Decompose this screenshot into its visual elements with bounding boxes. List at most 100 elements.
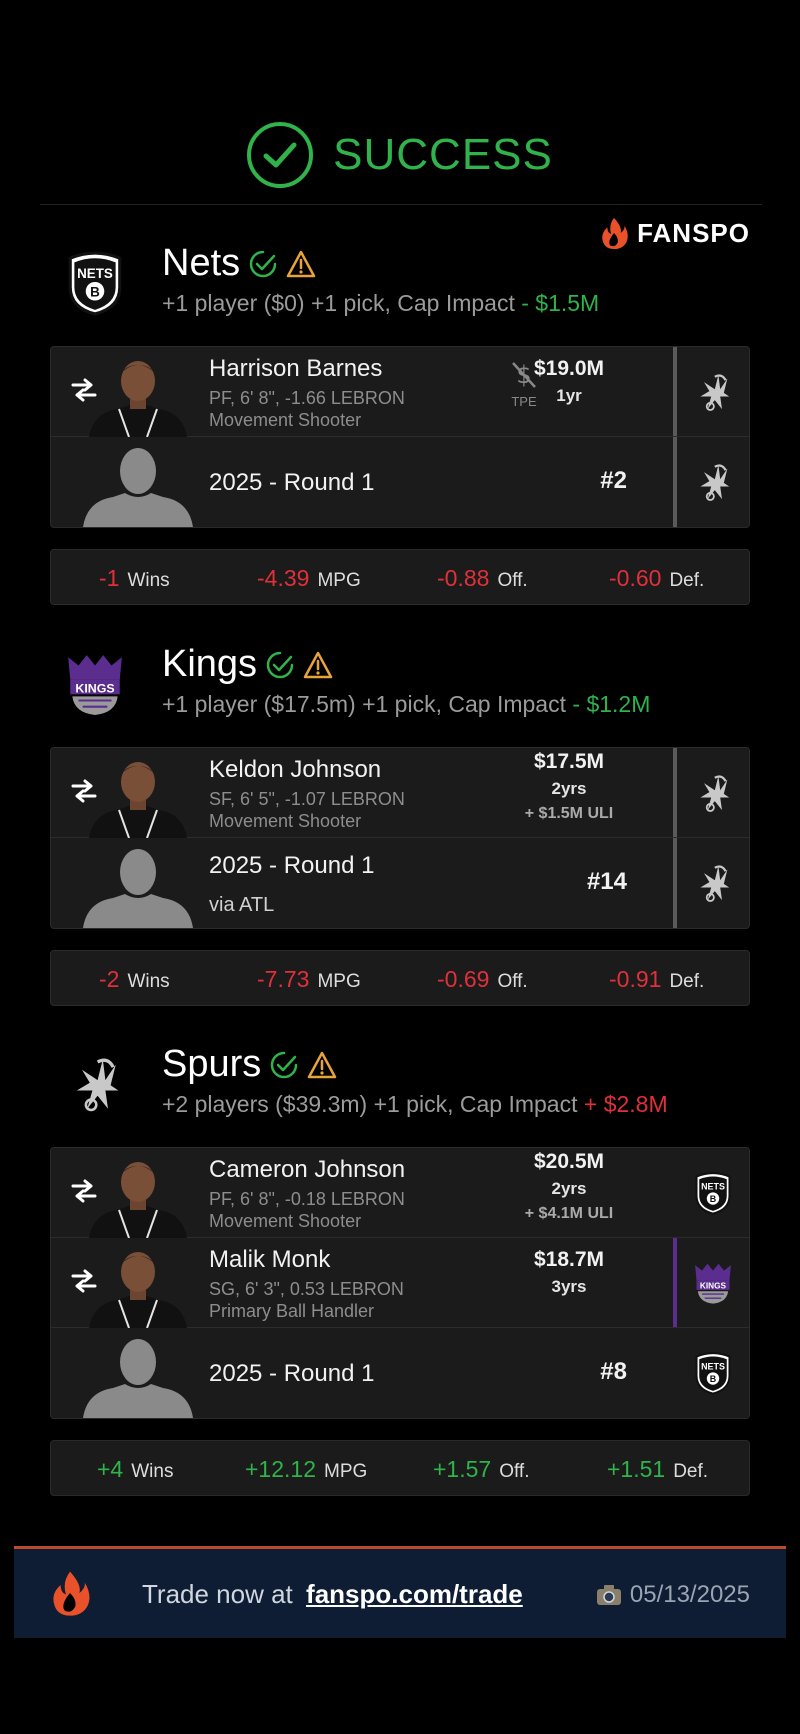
player-role: Movement Shooter (209, 811, 362, 831)
player-name[interactable]: Malik Monk (209, 1246, 330, 1274)
destination-nets (673, 1148, 749, 1237)
off-label: Off. (499, 1461, 530, 1482)
camera-icon (596, 1585, 621, 1605)
destination-spurs (673, 437, 749, 527)
impact-stats-spurs: +4 Wins +12.12 MPG +1.57 Off. +1.51 Def. (50, 1440, 750, 1496)
player-photo (83, 1246, 193, 1328)
cap-sign: - (572, 691, 581, 717)
pick-silhouette (83, 445, 193, 527)
mpg-value: +12.12 (245, 1456, 316, 1482)
def-value: -0.60 (609, 565, 662, 591)
footer-date: 05/13/2025 (596, 1581, 750, 1609)
stat-mpg: +12.12 MPG (245, 1456, 367, 1483)
assets-card-nets: Harrison Barnes PF, 6' 8", -1.66 LEBRON … (50, 346, 750, 528)
summary-text: +1 player ($17.5m) +1 pick, Cap Impact (162, 691, 566, 717)
success-banner: SUCCESS (0, 120, 800, 190)
pick-title: 2025 - Round 1 (209, 1360, 375, 1387)
pick-via: via ATL (209, 894, 275, 916)
asset-row-player[interactable]: Keldon Johnson SF, 6' 5", -1.07 LEBRON M… (51, 748, 749, 838)
spurs-logo (695, 369, 731, 415)
player-bio: SF, 6' 5", -1.07 LEBRON (209, 789, 405, 809)
verified-check-icon (265, 650, 295, 680)
stat-mpg: -7.73 MPG (257, 966, 361, 993)
def-label: Def. (669, 570, 705, 591)
trade-link[interactable]: fanspo.com/trade (306, 1579, 523, 1609)
pick-silhouette (83, 1336, 193, 1418)
nets-logo (692, 1171, 734, 1215)
cap-impact-value: $1.2M (586, 691, 651, 717)
def-label: Def. (673, 1461, 709, 1482)
asset-row-pick[interactable]: 2025 - Round 1 via ATL #14 (51, 838, 749, 928)
pick-number: #14 (586, 868, 627, 895)
cap-sign: + (583, 1091, 598, 1117)
destination-kings (673, 1238, 749, 1327)
player-role: Movement Shooter (209, 1211, 362, 1231)
team-summary: +1 player ($0) +1 pick, Cap Impact - $1.… (162, 290, 599, 317)
off-label: Off. (497, 570, 528, 591)
wins-label: Wins (131, 1461, 174, 1482)
stat-off: +1.57 Off. (433, 1456, 529, 1483)
summary-text: +1 player ($0) +1 pick, Cap Impact (162, 290, 515, 316)
team-header-spurs: Spurs +2 players ($39.3m) +1 pick, Cap I… (0, 1041, 800, 1131)
asset-row-player[interactable]: Malik Monk SG, 6' 3", 0.53 LEBRON Primar… (51, 1238, 749, 1328)
pick-title: 2025 - Round 1 (209, 852, 375, 879)
stat-wins: +4 Wins (97, 1456, 173, 1483)
off-value: -0.88 (437, 565, 490, 591)
summary-text: +2 players ($39.3m) +1 pick, Cap Impact (162, 1091, 578, 1117)
stat-off: -0.88 Off. (437, 565, 528, 592)
stat-def: -0.91 Def. (609, 966, 704, 993)
cap-impact-value: $1.5M (535, 290, 600, 316)
player-role: Movement Shooter (209, 410, 362, 430)
warning-triangle-icon (286, 250, 316, 278)
pick-number: #8 (600, 1358, 627, 1385)
contract: $17.5M 2yrs + $1.5M ULI (499, 748, 639, 826)
salary: $19.0M (533, 357, 605, 380)
off-value: +1.57 (433, 1456, 492, 1482)
player-bio: PF, 6' 8", -1.66 LEBRON (209, 388, 405, 408)
player-name[interactable]: Harrison Barnes (209, 355, 382, 383)
uli-amount: + $4.1M ULI (524, 1205, 614, 1222)
spurs-logo (62, 1051, 128, 1117)
stat-mpg: -4.39 MPG (257, 565, 361, 592)
stat-wins: -1 Wins (99, 565, 170, 592)
asset-row-pick[interactable]: 2025 - Round 1 #8 (51, 1328, 749, 1418)
player-bio: SG, 6' 3", 0.53 LEBRON (209, 1279, 404, 1299)
salary: $20.5M (533, 1150, 605, 1173)
contract: $19.0M 1yr (499, 355, 639, 409)
verified-check-icon (269, 1050, 299, 1080)
wins-label: Wins (127, 570, 170, 591)
stat-wins: -2 Wins (99, 966, 170, 993)
warning-triangle-icon (307, 1051, 337, 1079)
warning-triangle-icon (303, 651, 333, 679)
check-circle-icon (247, 122, 314, 188)
mpg-label: MPG (324, 1461, 368, 1482)
team-name: Nets (162, 242, 316, 285)
player-name[interactable]: Keldon Johnson (209, 756, 381, 784)
salary: $18.7M (533, 1248, 605, 1271)
player-photo (83, 756, 193, 838)
asset-row-pick[interactable]: 2025 - Round 1 #2 (51, 437, 749, 527)
impact-stats-nets: -1 Wins -4.39 MPG -0.88 Off. -0.60 Def. (50, 549, 750, 605)
team-name-text: Kings (162, 643, 258, 685)
team-name-text: Nets (162, 242, 241, 284)
wins-value: +4 (97, 1456, 124, 1482)
pick-title: 2025 - Round 1 (209, 469, 375, 496)
spurs-logo (695, 459, 731, 505)
destination-spurs (673, 838, 749, 928)
player-name[interactable]: Cameron Johnson (209, 1156, 405, 1184)
kings-logo (692, 1261, 734, 1305)
date-text: 05/13/2025 (629, 1581, 750, 1608)
mpg-value: -4.39 (257, 565, 310, 591)
nets-logo (692, 1351, 734, 1395)
kings-logo (62, 651, 128, 717)
stat-def: +1.51 Def. (607, 1456, 708, 1483)
asset-row-player[interactable]: Harrison Barnes PF, 6' 8", -1.66 LEBRON … (51, 347, 749, 437)
fanspo-flame-icon (48, 1569, 92, 1617)
asset-row-player[interactable]: Cameron Johnson PF, 6' 8", -0.18 LEBRON … (51, 1148, 749, 1238)
destination-spurs (673, 748, 749, 837)
player-bio: PF, 6' 8", -0.18 LEBRON (209, 1189, 405, 1209)
cap-impact-value: $2.8M (603, 1091, 668, 1117)
destination-nets (673, 1328, 749, 1418)
off-value: -0.69 (437, 966, 490, 992)
def-label: Def. (669, 971, 705, 992)
